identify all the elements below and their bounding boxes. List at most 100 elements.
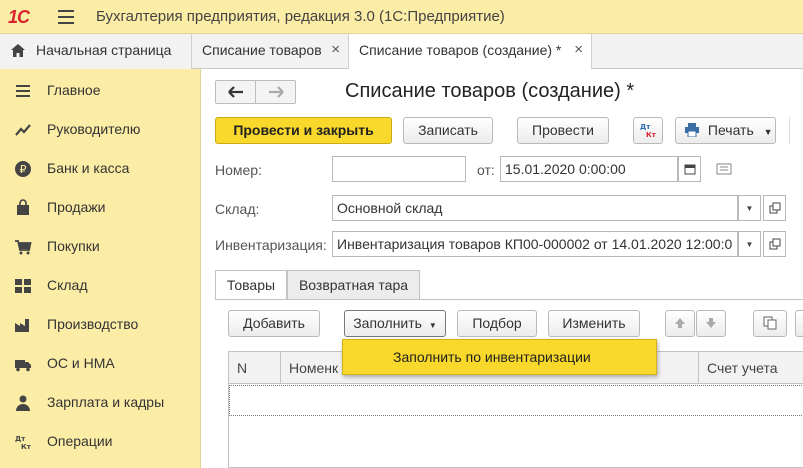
page-title: Списание товаров (создание) *	[345, 80, 635, 102]
trend-chart-icon	[15, 124, 31, 136]
svg-text:Дт: Дт	[15, 435, 26, 443]
number-label: Номер:	[215, 162, 262, 178]
more-button[interactable]	[795, 310, 803, 337]
post-button[interactable]: Провести	[517, 117, 609, 144]
inventory-field[interactable]: Инвентаризация товаров КП00-000002 от 14…	[332, 231, 738, 257]
date-field[interactable]: 15.01.2020 0:00:00	[500, 156, 678, 182]
hamburger-menu-icon[interactable]	[58, 10, 74, 24]
sidebar-item-sales[interactable]: Продажи	[0, 188, 200, 227]
tab-home[interactable]: Начальная страница	[0, 34, 192, 69]
sidebar-item-main[interactable]: Главное	[0, 71, 200, 110]
chevron-down-icon: ▼	[763, 127, 773, 137]
comment-icon[interactable]	[716, 162, 732, 176]
column-header-account[interactable]: Счет учета	[699, 352, 803, 384]
inventory-dropdown-button[interactable]: ▼	[738, 231, 761, 257]
calendar-button[interactable]	[678, 156, 701, 182]
copy-button[interactable]	[753, 310, 787, 337]
column-header-n[interactable]: N	[229, 352, 281, 384]
shopping-cart-icon	[15, 240, 32, 255]
svg-text:Кт: Кт	[646, 131, 657, 139]
date-label: от:	[477, 162, 495, 178]
truck-icon	[15, 360, 31, 372]
app-title: Бухгалтерия предприятия, редакция 3.0 (1…	[96, 8, 505, 25]
title-bar: 1С Бухгалтерия предприятия, редакция 3.0…	[0, 0, 803, 34]
sidebar-item-label: Банк и касса	[47, 160, 130, 176]
table-row[interactable]	[229, 385, 803, 416]
svg-text:Кт: Кт	[21, 443, 32, 451]
tab-write-off-create[interactable]: Списание товаров (создание) * ×	[349, 34, 592, 70]
calendar-icon	[684, 164, 695, 175]
tab-write-off-create-label: Списание товаров (создание) *	[359, 42, 562, 58]
dt-kt-button[interactable]: Дт Кт	[633, 117, 663, 144]
inventory-label: Инвентаризация:	[215, 237, 327, 253]
sidebar-item-operations[interactable]: Дт Кт Операции	[0, 422, 200, 461]
close-icon[interactable]: ×	[574, 41, 583, 58]
move-down-button[interactable]	[696, 310, 726, 337]
sidebar-item-label: Зарплата и кадры	[47, 394, 165, 410]
sidebar-item-manager[interactable]: Руководителю	[0, 110, 200, 149]
number-field[interactable]	[332, 156, 466, 182]
home-icon	[11, 44, 25, 57]
sidebar-item-label: ОС и НМА	[47, 355, 115, 371]
sidebar-item-purchases[interactable]: Покупки	[0, 227, 200, 266]
sidebar-item-label: Продажи	[47, 199, 106, 215]
sidebar: Главное Руководителю ₽ Банк и касса Прод…	[0, 69, 201, 468]
arrow-left-icon	[227, 86, 243, 98]
tab-returnable-containers[interactable]: Возвратная тара	[287, 270, 420, 300]
subtab-divider	[215, 299, 803, 300]
tab-goods[interactable]: Товары	[215, 270, 287, 300]
sidebar-item-label: Производство	[47, 316, 139, 332]
warehouse-open-button[interactable]	[763, 195, 786, 221]
tab-write-off-list-label: Списание товаров	[202, 42, 322, 58]
warehouse-field[interactable]: Основной склад	[332, 195, 738, 221]
fill-button[interactable]: Заполнить ▼	[344, 310, 446, 337]
open-link-icon	[769, 202, 780, 214]
printer-icon	[685, 123, 699, 138]
chevron-down-icon: ▼	[428, 321, 437, 330]
window-tabs: Начальная страница Списание товаров × Сп…	[0, 34, 803, 70]
add-button[interactable]: Добавить	[228, 310, 320, 337]
warehouse-dropdown-button[interactable]: ▼	[738, 195, 761, 221]
arrow-right-icon	[269, 86, 284, 98]
arrow-down-icon	[706, 318, 716, 328]
fill-button-label: Заполнить	[353, 315, 422, 331]
dt-kt-icon: ДтКт	[15, 435, 32, 451]
sidebar-item-production[interactable]: Производство	[0, 305, 200, 344]
inventory-open-button[interactable]	[763, 231, 786, 257]
svg-text:Дт: Дт	[640, 123, 651, 131]
sidebar-item-label: Руководителю	[47, 121, 141, 137]
fill-dropdown-menu: Заполнить по инвентаризации	[342, 339, 657, 375]
person-icon	[16, 395, 30, 411]
sidebar-item-fixed-assets[interactable]: ОС и НМА	[0, 344, 200, 383]
warehouse-label: Склад:	[215, 201, 260, 217]
arrow-up-icon	[675, 318, 685, 328]
move-up-button[interactable]	[665, 310, 695, 337]
toolbar-overflow	[789, 117, 803, 144]
sidebar-item-label: Главное	[47, 82, 101, 98]
back-button[interactable]	[216, 81, 256, 103]
forward-button[interactable]	[256, 81, 296, 103]
post-and-close-button[interactable]: Провести и закрыть	[215, 117, 392, 144]
factory-icon	[15, 319, 29, 332]
sidebar-item-label: Покупки	[47, 238, 100, 254]
save-button[interactable]: Записать	[403, 117, 493, 144]
select-button[interactable]: Подбор	[457, 310, 537, 337]
close-icon[interactable]: ×	[331, 41, 340, 58]
sidebar-item-label: Склад	[47, 277, 88, 293]
chevron-down-icon: ▼	[745, 240, 754, 249]
sidebar-item-warehouse[interactable]: Склад	[0, 266, 200, 305]
menu-lines-icon	[16, 85, 30, 97]
tab-home-label: Начальная страница	[36, 42, 172, 58]
dt-kt-icon: ДтКт	[640, 123, 657, 139]
sidebar-item-salary[interactable]: Зарплата и кадры	[0, 383, 200, 422]
shopping-bag-icon	[17, 199, 29, 215]
warehouse-grid-icon	[15, 279, 31, 293]
sidebar-item-bank[interactable]: ₽ Банк и касса	[0, 149, 200, 188]
change-button[interactable]: Изменить	[548, 310, 640, 337]
tab-write-off-list[interactable]: Списание товаров ×	[192, 34, 349, 69]
history-navigation	[215, 80, 296, 104]
menu-item-fill-by-inventory[interactable]: Заполнить по инвентаризации	[393, 349, 591, 365]
print-button[interactable]: Печать ▼	[675, 117, 776, 144]
app-logo: 1С	[8, 7, 30, 27]
chevron-down-icon: ▼	[745, 204, 754, 213]
